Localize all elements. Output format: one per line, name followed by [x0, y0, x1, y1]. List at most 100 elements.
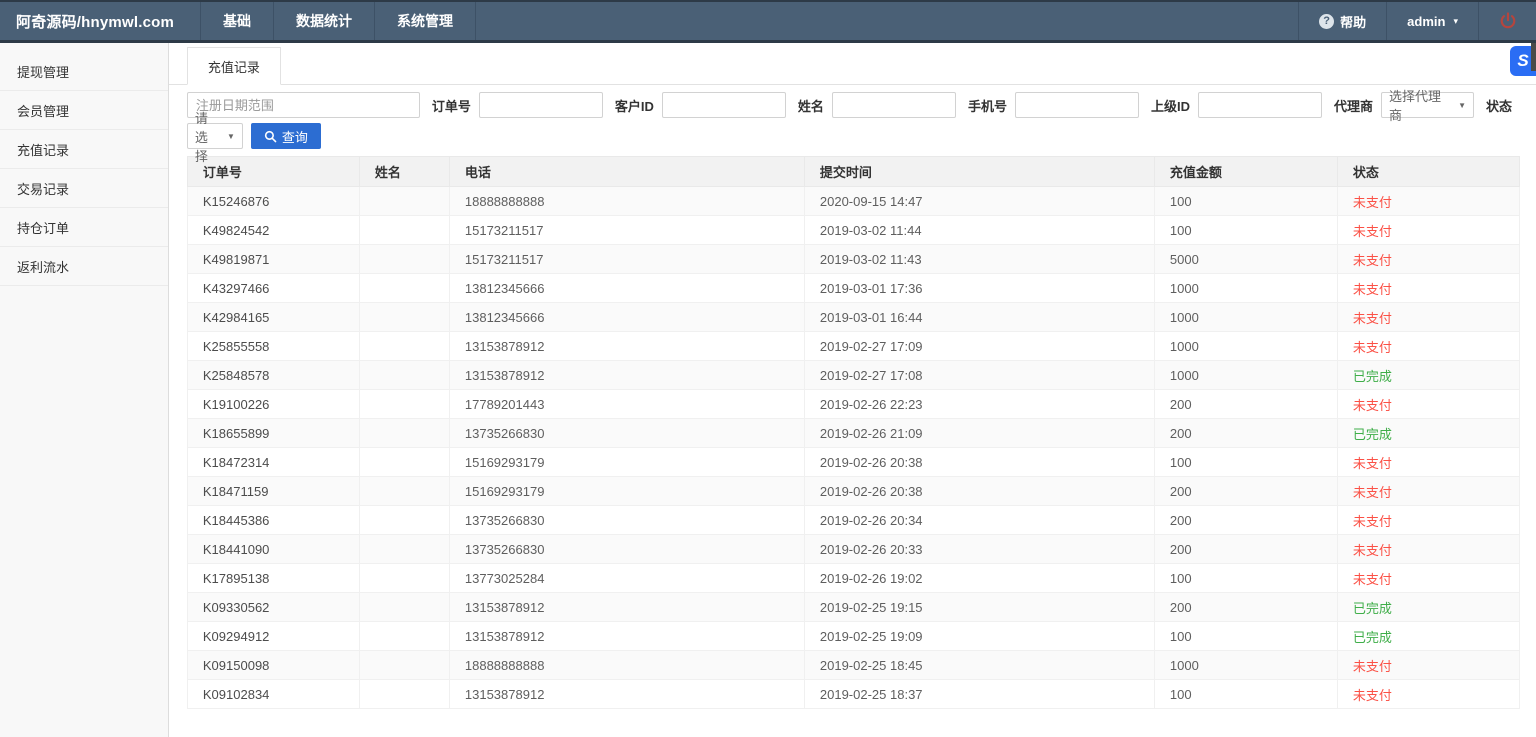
cell-amount: 1000 [1154, 332, 1337, 361]
select-caret-icon: ▼ [227, 132, 235, 141]
cell-status: 未支付 [1337, 245, 1519, 274]
customer-id-input[interactable] [662, 92, 786, 118]
navbar-spacer [476, 2, 1298, 40]
agent-select[interactable]: 选择代理商 ▼ [1381, 92, 1474, 118]
cell-status: 已完成 [1337, 361, 1519, 390]
cell-order: K18441090 [187, 535, 359, 564]
cell-name [359, 593, 449, 622]
table-row: K18472314151692931792019-02-26 20:38100未… [187, 448, 1519, 477]
cell-amount: 100 [1154, 448, 1337, 477]
sidebar-item-5[interactable]: 返利流水 [0, 247, 168, 286]
question-circle-icon: ? [1319, 14, 1334, 29]
nav-item-1[interactable]: 数据统计 [273, 2, 374, 40]
power-icon [1498, 11, 1518, 31]
cell-order: K18655899 [187, 419, 359, 448]
sidebar-item-2[interactable]: 充值记录 [0, 130, 168, 169]
search-icon [264, 130, 277, 143]
parent-id-input[interactable] [1198, 92, 1322, 118]
cell-order: K18472314 [187, 448, 359, 477]
sidebar-item-4[interactable]: 持仓订单 [0, 208, 168, 247]
cell-time: 2019-02-26 19:02 [804, 564, 1154, 593]
cell-order: K15246876 [187, 187, 359, 216]
column-header: 电话 [449, 157, 804, 187]
cell-time: 2019-02-26 22:23 [804, 390, 1154, 419]
customer-id-label: 客户ID [615, 96, 654, 115]
cell-order: K09150098 [187, 651, 359, 680]
cell-name [359, 680, 449, 709]
cell-phone: 18888888888 [449, 651, 804, 680]
cell-order: K49819871 [187, 245, 359, 274]
cell-phone: 13735266830 [449, 506, 804, 535]
cell-order: K25855558 [187, 332, 359, 361]
cell-status: 已完成 [1337, 622, 1519, 651]
cell-time: 2020-09-15 14:47 [804, 187, 1154, 216]
cell-name [359, 245, 449, 274]
cell-order: K43297466 [187, 274, 359, 303]
user-menu[interactable]: admin ▾ [1386, 2, 1478, 40]
nav-item-0[interactable]: 基础 [200, 2, 273, 40]
table-row: K18471159151692931792019-02-26 20:38200未… [187, 477, 1519, 506]
agent-label: 代理商 [1334, 96, 1373, 115]
sidebar-item-3[interactable]: 交易记录 [0, 169, 168, 208]
table-row: K09294912131538789122019-02-25 19:09100已… [187, 622, 1519, 651]
phone-input[interactable] [1015, 92, 1139, 118]
cell-phone: 13153878912 [449, 622, 804, 651]
cell-name [359, 216, 449, 245]
cell-amount: 200 [1154, 477, 1337, 506]
scrollbar-thumb[interactable] [1531, 43, 1536, 71]
order-no-input[interactable] [479, 92, 603, 118]
cell-time: 2019-03-02 11:43 [804, 245, 1154, 274]
sidebar-item-0[interactable]: 提现管理 [0, 52, 168, 91]
cell-time: 2019-02-25 19:15 [804, 593, 1154, 622]
table-row: K18445386137352668302019-02-26 20:34200未… [187, 506, 1519, 535]
tab-recharge-records[interactable]: 充值记录 [187, 47, 281, 85]
cell-phone: 18888888888 [449, 187, 804, 216]
app-body: 提现管理会员管理充值记录交易记录持仓订单返利流水 S 充值记录 订单号 客户ID… [0, 43, 1536, 737]
cell-name [359, 332, 449, 361]
cell-phone: 15173211517 [449, 216, 804, 245]
cell-status: 未支付 [1337, 216, 1519, 245]
table-row: K49819871151732115172019-03-02 11:435000… [187, 245, 1519, 274]
cell-name [359, 419, 449, 448]
name-label: 姓名 [798, 96, 824, 115]
search-button[interactable]: 查询 [251, 123, 321, 149]
cell-status: 已完成 [1337, 419, 1519, 448]
cell-name [359, 274, 449, 303]
cell-phone: 15173211517 [449, 245, 804, 274]
help-button[interactable]: ? 帮助 [1298, 2, 1386, 40]
table-row: K43297466138123456662019-03-01 17:361000… [187, 274, 1519, 303]
cell-name [359, 390, 449, 419]
table-row: K18441090137352668302019-02-26 20:33200未… [187, 535, 1519, 564]
cell-phone: 13153878912 [449, 361, 804, 390]
name-input[interactable] [832, 92, 956, 118]
cell-time: 2019-03-02 11:44 [804, 216, 1154, 245]
cell-name [359, 622, 449, 651]
cell-status: 已完成 [1337, 593, 1519, 622]
order-no-label: 订单号 [432, 96, 471, 115]
cell-status: 未支付 [1337, 448, 1519, 477]
table-row: K18655899137352668302019-02-26 21:09200已… [187, 419, 1519, 448]
cell-phone: 15169293179 [449, 448, 804, 477]
cell-amount: 1000 [1154, 361, 1337, 390]
table-header-row: 订单号姓名电话提交时间充值金额状态 [187, 157, 1519, 187]
cell-amount: 100 [1154, 216, 1337, 245]
sidebar-item-1[interactable]: 会员管理 [0, 91, 168, 130]
cell-order: K42984165 [187, 303, 359, 332]
status-select[interactable]: 请选择 ▼ [187, 123, 243, 149]
records-table-wrap: 订单号姓名电话提交时间充值金额状态 K152468761888888888820… [187, 156, 1520, 709]
logout-button[interactable] [1478, 2, 1536, 40]
cell-order: K09330562 [187, 593, 359, 622]
table-row: K25855558131538789122019-02-27 17:091000… [187, 332, 1519, 361]
date-range-input[interactable] [187, 92, 420, 118]
cell-order: K09294912 [187, 622, 359, 651]
table-row: K15246876188888888882020-09-15 14:47100未… [187, 187, 1519, 216]
nav-item-2[interactable]: 系统管理 [374, 2, 476, 40]
cell-amount: 200 [1154, 593, 1337, 622]
column-header: 提交时间 [804, 157, 1154, 187]
phone-label: 手机号 [968, 96, 1007, 115]
cell-time: 2019-02-26 20:38 [804, 477, 1154, 506]
cell-name [359, 506, 449, 535]
cell-phone: 13735266830 [449, 535, 804, 564]
cell-phone: 13735266830 [449, 419, 804, 448]
table-row: K19100226177892014432019-02-26 22:23200未… [187, 390, 1519, 419]
